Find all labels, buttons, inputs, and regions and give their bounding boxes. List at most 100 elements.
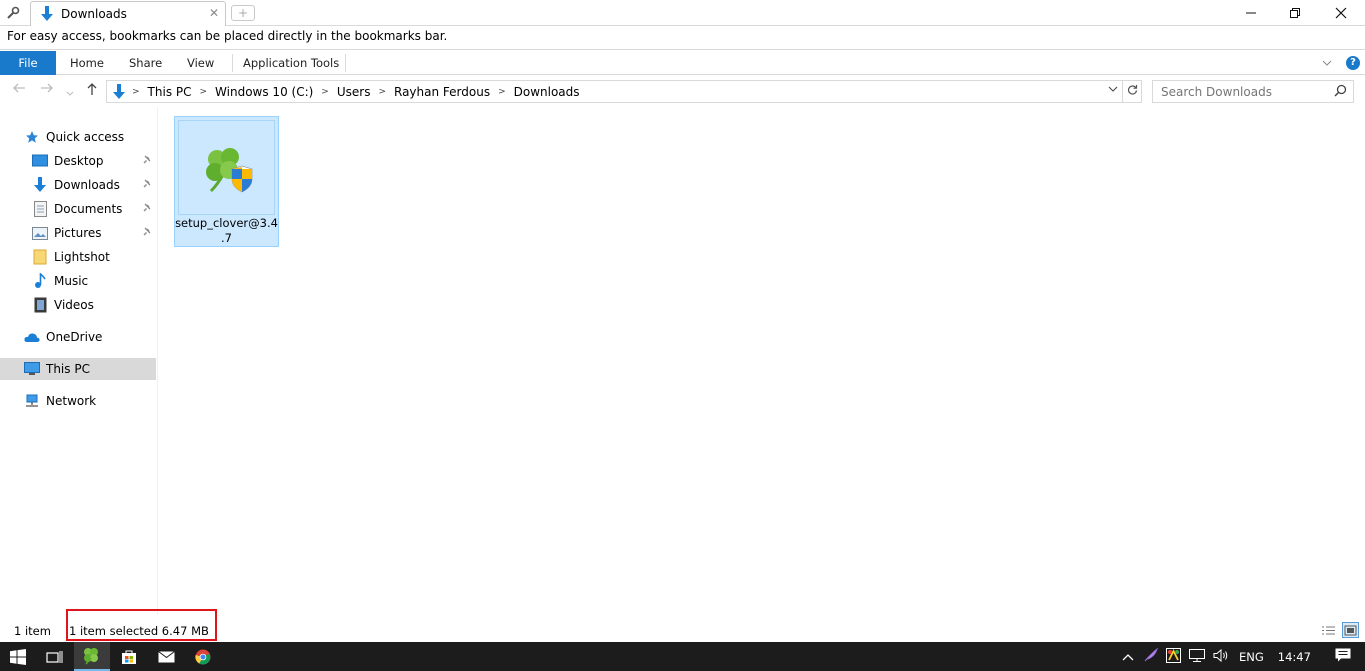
item-count: 1 item [14, 624, 51, 638]
refresh-button[interactable] [1123, 80, 1142, 103]
breadcrumb-users[interactable]: Users [333, 85, 375, 99]
sidebar-item-lightshot[interactable]: Lightshot [0, 246, 156, 268]
close-window-button[interactable] [1318, 0, 1364, 26]
tab-downloads[interactable]: Downloads ✕ [30, 1, 226, 26]
ribbon: File Home Share View Application Tools ? [0, 51, 1365, 75]
expand-ribbon-icon[interactable] [1322, 58, 1332, 69]
tab-share[interactable]: Share [129, 51, 162, 75]
search-input[interactable] [1153, 81, 1328, 102]
app-tray-icon[interactable] [1166, 647, 1181, 666]
clover-installer-icon [203, 147, 253, 196]
large-icons-view-icon [1344, 625, 1357, 635]
restore-button[interactable] [1272, 0, 1318, 26]
sidebar-item-documents[interactable]: Documents [0, 198, 156, 220]
cloud-icon [24, 329, 40, 345]
address-row: > This PC > Windows 10 (C:) > Users > Ra… [0, 77, 1365, 107]
sidebar-item-music[interactable]: Music [0, 270, 156, 292]
system-tray: ENG 14:47 [1122, 642, 1351, 671]
file-item-setup-clover[interactable]: setup_clover@3.4 .7 [174, 116, 279, 247]
tab-home[interactable]: Home [70, 51, 104, 75]
breadcrumb-user[interactable]: Rayhan Ferdous [390, 85, 494, 99]
download-icon [32, 177, 48, 193]
help-icon[interactable]: ? [1346, 56, 1360, 70]
breadcrumb-separator-icon[interactable]: > [128, 87, 144, 97]
star-icon [24, 129, 40, 145]
large-icons-view-button[interactable] [1342, 622, 1359, 638]
pin-icon[interactable] [142, 203, 151, 215]
pin-icon[interactable] [142, 227, 151, 239]
sidebar-item-desktop[interactable]: Desktop [0, 150, 156, 172]
feather-icon[interactable] [1144, 647, 1158, 665]
tab-file[interactable]: File [0, 51, 56, 75]
title-tab-strip: Downloads ✕ + [0, 0, 1365, 26]
breadcrumb-this-pc[interactable]: This PC [144, 85, 196, 99]
sidebar-item-onedrive[interactable]: OneDrive [0, 326, 156, 348]
breadcrumb-separator-icon[interactable]: > [374, 87, 390, 97]
file-thumbnail [178, 120, 275, 215]
desktop-icon [32, 153, 48, 169]
volume-icon[interactable] [1213, 648, 1229, 665]
address-bar[interactable]: > This PC > Windows 10 (C:) > Users > Ra… [106, 80, 1123, 103]
breadcrumb-downloads[interactable]: Downloads [510, 85, 584, 99]
ribbon-divider [232, 54, 233, 72]
navigation-pane: Quick access Desktop Downloads Documents… [0, 107, 158, 615]
pin-icon[interactable] [142, 179, 151, 191]
sidebar-item-label: Documents [54, 202, 123, 216]
action-center-icon[interactable] [1335, 648, 1351, 665]
sidebar-item-quick-access[interactable]: Quick access [0, 126, 156, 148]
search-box[interactable] [1152, 80, 1354, 103]
task-view-button[interactable] [36, 642, 72, 671]
sidebar-item-videos[interactable]: Videos [0, 294, 156, 316]
up-arrow-icon[interactable] [86, 82, 98, 100]
download-arrow-icon [40, 6, 54, 25]
taskbar-mail-app[interactable] [148, 642, 184, 671]
taskbar: ENG 14:47 [0, 642, 1365, 671]
bookmarks-bar-message: For easy access, bookmarks can be placed… [7, 29, 448, 43]
ribbon-divider [345, 54, 346, 72]
taskbar-chrome-app[interactable] [185, 642, 221, 671]
forward-arrow-icon[interactable] [40, 82, 54, 98]
show-hidden-icons-icon[interactable] [1122, 650, 1134, 664]
video-icon [32, 297, 48, 313]
sidebar-item-downloads[interactable]: Downloads [0, 174, 156, 196]
new-tab-button[interactable]: + [231, 5, 255, 21]
selection-info: 1 item selected 6.47 MB [69, 624, 209, 638]
tab-title: Downloads [61, 7, 127, 21]
sidebar-item-this-pc[interactable]: This PC [0, 358, 156, 380]
breadcrumb-windows-c[interactable]: Windows 10 (C:) [211, 85, 317, 99]
sidebar-item-pictures[interactable]: Pictures [0, 222, 156, 244]
taskbar-clover-app[interactable] [74, 642, 110, 671]
sidebar-item-label: Desktop [54, 154, 104, 168]
pin-icon[interactable] [142, 155, 151, 167]
sidebar-item-label: Downloads [54, 178, 120, 192]
start-button[interactable] [0, 642, 36, 671]
address-dropdown-icon[interactable] [1108, 84, 1118, 95]
clock[interactable]: 14:47 [1278, 650, 1311, 664]
language-indicator[interactable]: ENG [1239, 650, 1264, 664]
breadcrumb-separator-icon[interactable]: > [317, 87, 333, 97]
network-tray-icon[interactable] [1189, 648, 1205, 665]
breadcrumb-separator-icon[interactable]: > [494, 87, 510, 97]
sidebar-item-label: OneDrive [46, 330, 103, 344]
details-view-icon [1322, 626, 1335, 634]
taskbar-store-app[interactable] [111, 642, 147, 671]
breadcrumb-separator-icon[interactable]: > [196, 87, 212, 97]
tab-application-tools[interactable]: Application Tools [243, 51, 339, 75]
pictures-icon [32, 225, 48, 241]
clover-icon [84, 647, 98, 664]
sidebar-item-label: This PC [46, 362, 90, 376]
search-icon[interactable] [1334, 84, 1347, 100]
close-tab-icon[interactable]: ✕ [209, 6, 219, 20]
details-view-button[interactable] [1320, 622, 1337, 638]
mail-icon [157, 650, 175, 662]
tab-view[interactable]: View [187, 51, 214, 75]
sidebar-item-label: Quick access [46, 130, 125, 144]
sidebar-item-label: Pictures [54, 226, 102, 240]
wrench-icon[interactable] [0, 0, 26, 26]
back-arrow-icon[interactable] [12, 82, 26, 98]
sidebar-item-network[interactable]: Network [0, 390, 156, 412]
chrome-icon [195, 649, 211, 664]
minimize-button[interactable] [1228, 0, 1274, 26]
recent-locations-chevron-icon[interactable] [66, 85, 74, 100]
sidebar-item-label: Network [46, 394, 97, 408]
